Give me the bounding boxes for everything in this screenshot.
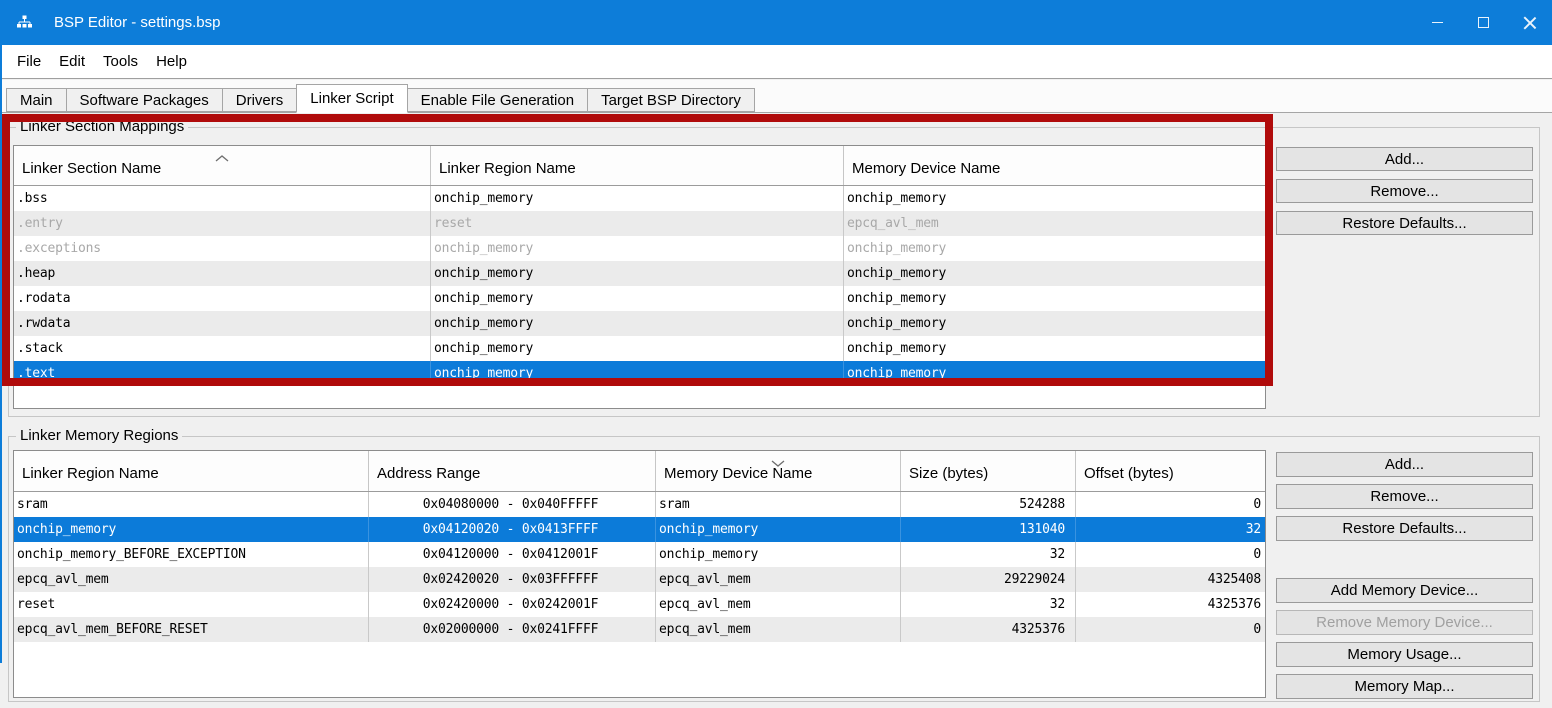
window-controls [1414, 0, 1552, 45]
title-bar: BSP Editor - settings.bsp [0, 0, 1552, 45]
table-row[interactable]: onchip_memory_BEFORE_EXCEPTION 0x0412000… [14, 542, 1265, 567]
tab-enable-file-generation[interactable]: Enable File Generation [407, 88, 588, 112]
sort-ascending-icon [215, 149, 229, 167]
tab-target-bsp-directory[interactable]: Target BSP Directory [587, 88, 755, 112]
memory-map-button[interactable]: Memory Map... [1276, 674, 1533, 699]
tab-drivers[interactable]: Drivers [222, 88, 298, 112]
app-icon [16, 15, 33, 33]
menu-tools[interactable]: Tools [94, 45, 147, 79]
table-row-selected[interactable]: .text onchip_memory onchip_memory [14, 361, 1265, 386]
tab-linker-script[interactable]: Linker Script [296, 84, 407, 113]
tab-strip: Main Software Packages Drivers Linker Sc… [0, 80, 1552, 113]
regions-restore-defaults-button[interactable]: Restore Defaults... [1276, 516, 1533, 541]
maximize-button[interactable] [1460, 0, 1506, 45]
window-title: BSP Editor - settings.bsp [54, 0, 220, 45]
close-button[interactable] [1506, 0, 1552, 45]
table-row[interactable]: epcq_avl_mem 0x02420020 - 0x03FFFFFF epc… [14, 567, 1265, 592]
table-row[interactable]: .exceptions onchip_memory onchip_memory [14, 236, 1265, 261]
table-row[interactable]: .rodata onchip_memory onchip_memory [14, 286, 1265, 311]
tab-main[interactable]: Main [6, 88, 67, 112]
sort-descending-icon [771, 454, 785, 472]
table-row[interactable]: reset 0x02420000 - 0x0242001F epcq_avl_m… [14, 592, 1265, 617]
column-header-offset-bytes[interactable]: Offset (bytes) [1076, 451, 1265, 491]
column-header-linker-region-name[interactable]: Linker Region Name [14, 451, 369, 491]
table-row[interactable]: .entry reset epcq_avl_mem [14, 211, 1265, 236]
table-row[interactable]: .rwdata onchip_memory onchip_memory [14, 311, 1265, 336]
remove-memory-device-button: Remove Memory Device... [1276, 610, 1533, 635]
column-header-address-range[interactable]: Address Range [369, 451, 656, 491]
memory-usage-button[interactable]: Memory Usage... [1276, 642, 1533, 667]
column-header-memory-device-name[interactable]: Memory Device Name [844, 146, 1265, 185]
regions-add-button[interactable]: Add... [1276, 452, 1533, 477]
menu-edit[interactable]: Edit [50, 45, 94, 79]
sections-restore-defaults-button[interactable]: Restore Defaults... [1276, 211, 1533, 235]
column-header-linker-region-name[interactable]: Linker Region Name [431, 146, 844, 185]
sections-remove-button[interactable]: Remove... [1276, 179, 1533, 203]
table-row[interactable]: .bss onchip_memory onchip_memory [14, 186, 1265, 211]
linker-memory-regions-label: Linker Memory Regions [16, 427, 182, 444]
minimize-button[interactable] [1414, 0, 1460, 45]
linker-section-mappings-label: Linker Section Mappings [16, 118, 188, 135]
table-row[interactable]: epcq_avl_mem_BEFORE_RESET 0x02000000 - 0… [14, 617, 1265, 642]
minimize-icon [1432, 22, 1443, 23]
regions-remove-button[interactable]: Remove... [1276, 484, 1533, 509]
table2-header: Linker Region Name Address Range Memory … [14, 451, 1265, 492]
window-border-bottom [0, 0, 1552, 2]
column-header-size-bytes[interactable]: Size (bytes) [901, 451, 1076, 491]
maximize-icon [1478, 17, 1489, 28]
window-border-right [0, 0, 2, 663]
table-row-selected[interactable]: onchip_memory 0x04120020 - 0x0413FFFF on… [14, 517, 1265, 542]
table-row[interactable]: .heap onchip_memory onchip_memory [14, 261, 1265, 286]
menu-help[interactable]: Help [147, 45, 196, 79]
table-row[interactable]: sram 0x04080000 - 0x040FFFFF sram 524288… [14, 492, 1265, 517]
menu-file[interactable]: File [8, 45, 50, 79]
table1-header: Linker Section Name Linker Region Name M… [14, 146, 1265, 186]
linker-memory-regions-table[interactable]: Linker Region Name Address Range Memory … [13, 450, 1266, 698]
bsp-editor-window: BSP Editor - settings.bsp File Edit Tool… [0, 0, 1552, 708]
close-icon [1523, 16, 1536, 29]
sections-add-button[interactable]: Add... [1276, 147, 1533, 171]
tab-software-packages[interactable]: Software Packages [66, 88, 223, 112]
menu-bar: File Edit Tools Help [0, 45, 1552, 79]
add-memory-device-button[interactable]: Add Memory Device... [1276, 578, 1533, 603]
linker-section-mappings-table[interactable]: Linker Section Name Linker Region Name M… [13, 145, 1266, 409]
table-row[interactable]: .stack onchip_memory onchip_memory [14, 336, 1265, 361]
